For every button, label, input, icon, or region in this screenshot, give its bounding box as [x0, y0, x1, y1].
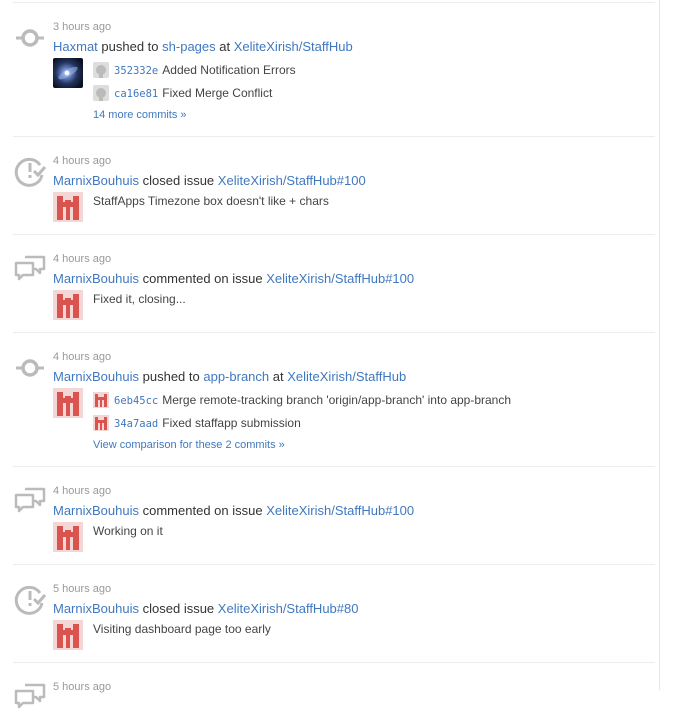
commit-sha-link[interactable]: ca16e81 — [114, 88, 158, 100]
event-title: MarnixBouhuis closed issue XeliteXirish/… — [53, 600, 358, 617]
commit-sha-link[interactable]: 6eb45cc — [114, 395, 158, 407]
avatar[interactable] — [53, 192, 83, 222]
event-body: StaffApps Timezone box doesn't like + ch… — [93, 194, 329, 208]
event-body: Visiting dashboard page too early — [93, 622, 271, 636]
event-action: commented on issue — [142, 271, 263, 286]
issue-link[interactable]: XeliteXirish/StaffHub#100 — [266, 503, 414, 518]
user-link[interactable]: MarnixBouhuis — [53, 173, 139, 188]
divider — [13, 136, 655, 137]
compare-commits-link[interactable]: View comparison for these 2 commits » — [93, 438, 285, 452]
user-link[interactable]: Haxmat — [53, 39, 98, 54]
event-title: MarnixBouhuis commented on issue XeliteX… — [53, 502, 414, 519]
event-time: 4 hours ago — [53, 253, 112, 265]
divider — [13, 234, 655, 235]
avatar[interactable] — [53, 388, 83, 418]
commit-author-avatar — [93, 62, 109, 78]
issue-closed-icon — [14, 155, 46, 187]
commit-sha-link[interactable]: 34a7aad — [114, 418, 158, 430]
event-title: MarnixBouhuis commented on issue XeliteX… — [53, 270, 414, 287]
divider — [13, 2, 655, 3]
issue-link[interactable]: XeliteXirish/StaffHub#100 — [266, 271, 414, 286]
git-commit-icon — [14, 22, 46, 54]
commit-row: 6eb45cc Merge remote-tracking branch 'ori… — [93, 392, 511, 409]
comment-body: Fixed it, closing... — [93, 292, 186, 306]
event-time: 5 hours ago — [53, 583, 112, 595]
commit-message: Fixed staffapp submission — [162, 416, 301, 430]
comment-discussion-icon — [14, 680, 46, 712]
comment-body: Working on it — [93, 524, 163, 538]
issue-closed-icon — [14, 583, 46, 615]
commit-author-avatar — [93, 85, 109, 101]
branch-link[interactable]: app-branch — [203, 369, 269, 384]
event-title: MarnixBouhuis closed issue XeliteXirish/… — [53, 172, 366, 189]
repo-link[interactable]: XeliteXirish/StaffHub — [234, 39, 353, 54]
commit-author-avatar — [93, 415, 109, 431]
git-commit-icon — [14, 352, 46, 384]
commit-message: Fixed Merge Conflict — [162, 86, 273, 100]
issue-link[interactable]: XeliteXirish/StaffHub#100 — [218, 173, 366, 188]
comment-discussion-icon — [14, 484, 46, 516]
event-action: commented on issue — [142, 503, 263, 518]
commit-author-avatar — [93, 392, 109, 408]
commit-sha-link[interactable]: 352332e — [114, 65, 158, 77]
event-time: 3 hours ago — [53, 21, 112, 33]
commit-message: Merge remote-tracking branch 'origin/app… — [162, 393, 512, 407]
avatar[interactable] — [53, 522, 83, 552]
event-time: 4 hours ago — [53, 155, 112, 167]
issue-link[interactable]: XeliteXirish/StaffHub#80 — [218, 601, 359, 616]
event-action: closed issue — [142, 173, 215, 188]
avatar[interactable] — [53, 620, 83, 650]
event-action: pushed to — [101, 39, 159, 54]
user-link[interactable]: MarnixBouhuis — [53, 271, 139, 286]
user-link[interactable]: MarnixBouhuis — [53, 601, 139, 616]
commit-message: Added Notification Errors — [162, 63, 296, 77]
comment-discussion-icon — [14, 252, 46, 284]
event-time: 5 hours ago — [53, 681, 112, 693]
event-title: Haxmat pushed to sh-pages at XeliteXiris… — [53, 38, 353, 55]
news-feed: 3 hours ago Haxmat pushed to sh-pages at… — [0, 0, 660, 709]
event-action: pushed to — [142, 369, 200, 384]
avatar[interactable] — [53, 290, 83, 320]
divider — [13, 662, 655, 663]
user-link[interactable]: MarnixBouhuis — [53, 369, 139, 384]
divider — [13, 466, 655, 467]
event-time: 4 hours ago — [53, 351, 112, 363]
commit-row: ca16e81 Fixed Merge Conflict — [93, 85, 272, 102]
event-action: closed issue — [142, 601, 215, 616]
more-commits-link[interactable]: 14 more commits » — [93, 108, 187, 122]
commit-row: 34a7aad Fixed staffapp submission — [93, 415, 301, 432]
user-link[interactable]: MarnixBouhuis — [53, 503, 139, 518]
branch-link[interactable]: sh-pages — [162, 39, 215, 54]
divider — [13, 564, 655, 565]
repo-link[interactable]: XeliteXirish/StaffHub — [287, 369, 406, 384]
divider — [13, 332, 655, 333]
event-title: MarnixBouhuis pushed to app-branch at Xe… — [53, 368, 406, 385]
commit-row: 352332e Added Notification Errors — [93, 62, 296, 79]
event-at: at — [272, 369, 284, 384]
avatar[interactable] — [53, 58, 83, 88]
event-time: 4 hours ago — [53, 485, 112, 497]
event-at: at — [219, 39, 231, 54]
